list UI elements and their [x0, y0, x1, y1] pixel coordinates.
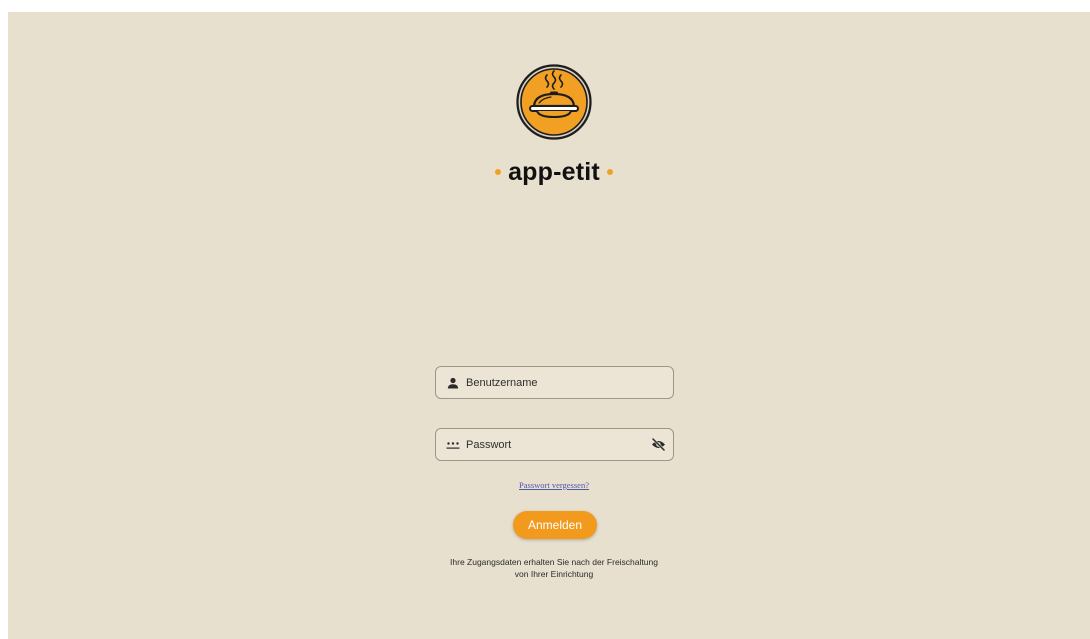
password-dots-icon	[436, 429, 466, 460]
serving-dish-steam-icon	[516, 64, 592, 140]
password-field[interactable]	[435, 428, 674, 461]
eye-off-icon[interactable]	[643, 429, 673, 460]
person-icon	[436, 367, 466, 398]
login-button[interactable]: Anmelden	[513, 511, 597, 539]
access-info-text: Ihre Zugangsdaten erhalten Sie nach der …	[400, 556, 708, 580]
access-info-line-2: von Ihrer Einrichtung	[514, 569, 594, 579]
username-field[interactable]	[435, 366, 674, 399]
app-name: app-etit	[508, 157, 600, 186]
password-input[interactable]	[466, 429, 643, 460]
brand-dot-right	[606, 169, 613, 175]
brand-dot-left	[495, 169, 502, 175]
username-input[interactable]	[466, 367, 673, 398]
forgot-password-link[interactable]: Passwort vergessen?	[490, 480, 618, 490]
access-info-line-1: Ihre Zugangsdaten erhalten Sie nach der …	[450, 557, 658, 567]
brand-wordmark: app-etit	[470, 152, 638, 192]
